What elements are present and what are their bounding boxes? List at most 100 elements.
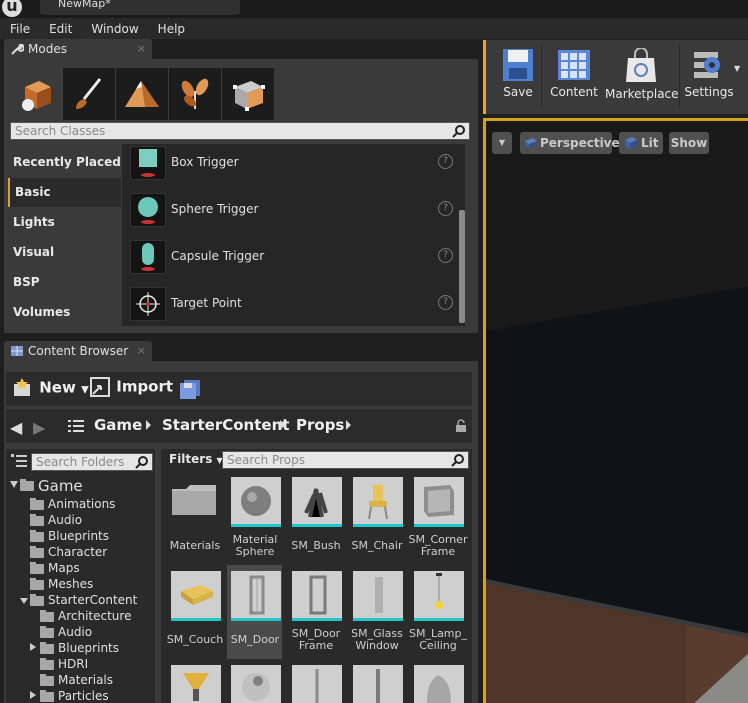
folder-architecture[interactable]: Architecture — [58, 609, 131, 623]
forward-arrow-icon[interactable]: ▶ — [33, 418, 45, 437]
viewport-options-dropdown[interactable]: ▼ — [492, 132, 512, 154]
folder-tree-settings-icon[interactable] — [11, 453, 27, 472]
folder-particles[interactable]: Particles — [58, 689, 109, 703]
folder-audio[interactable]: Audio — [48, 513, 82, 527]
lit-button[interactable]: Lit — [619, 132, 663, 154]
close-icon[interactable]: × — [137, 39, 146, 59]
document-tab[interactable]: NewMap* — [40, 0, 240, 15]
folder-character[interactable]: Character — [48, 545, 107, 559]
menu-help[interactable]: Help — [158, 22, 185, 36]
asset-sm-bush[interactable]: SM_Bush — [288, 477, 343, 557]
new-button[interactable]: New ▼ — [12, 378, 89, 398]
geometry-edit-icon — [233, 81, 265, 111]
folder-meshes[interactable]: Meshes — [48, 577, 93, 591]
list-item-capsule-trigger[interactable]: Capsule Trigger ? — [122, 237, 457, 277]
search-classes-input[interactable]: Search Classes — [10, 122, 470, 140]
folder-materials[interactable]: Materials — [58, 673, 113, 687]
window-title: NewMap* — [58, 0, 111, 10]
folder-starter-blueprints[interactable]: Blueprints — [58, 641, 119, 655]
asset-row3-3[interactable] — [288, 665, 343, 703]
expand-arrow-icon[interactable] — [20, 598, 28, 604]
asset-row3-4[interactable] — [349, 665, 404, 703]
mode-foliage[interactable] — [169, 68, 221, 120]
help-icon[interactable]: ? — [438, 248, 453, 263]
show-button[interactable]: Show — [669, 132, 709, 154]
content-grid-icon — [558, 50, 590, 80]
asset-row3-1[interactable] — [167, 665, 222, 703]
category-visual[interactable]: Visual — [8, 238, 121, 267]
settings-button[interactable]: Settings — [683, 48, 735, 99]
asset-sm-door[interactable]: SM_Door — [227, 565, 282, 659]
folder-starter-audio[interactable]: Audio — [58, 625, 92, 639]
menu-window[interactable]: Window — [91, 22, 138, 36]
chevron-down-icon[interactable]: ▼ — [734, 64, 740, 73]
asset-material-sphere[interactable]: Material Sphere — [227, 477, 282, 558]
save-button[interactable]: Save — [498, 48, 538, 99]
asset-sm-lamp-ceiling[interactable]: SM_Lamp_ Ceiling — [409, 571, 467, 652]
asset-materials-folder[interactable]: Materials — [167, 477, 222, 557]
asset-row3-5[interactable] — [410, 665, 465, 703]
save-all-icon[interactable] — [178, 379, 202, 402]
close-icon[interactable]: × — [137, 341, 146, 361]
mode-place[interactable] — [10, 68, 62, 120]
list-item-box-trigger[interactable]: Box Trigger ? — [122, 144, 457, 183]
category-basic[interactable]: Basic — [8, 178, 121, 207]
tab-modes[interactable]: Modes × — [4, 39, 152, 59]
asset-name: SM_Glass Window — [351, 627, 403, 652]
asset-sm-corner-frame[interactable]: SM_Corner Frame — [409, 477, 467, 558]
unreal-logo-icon[interactable]: u — [2, 0, 22, 17]
mode-landscape[interactable] — [116, 68, 168, 120]
lock-icon[interactable] — [455, 419, 467, 436]
perspective-button[interactable]: Perspective — [520, 132, 620, 154]
asset-sm-door-frame[interactable]: SM_Door Frame — [288, 571, 343, 652]
folder-hdri[interactable]: HDRI — [58, 657, 88, 671]
import-button[interactable]: Import — [89, 376, 173, 398]
list-scrollbar[interactable] — [459, 210, 465, 323]
asset-row3-2[interactable] — [227, 665, 282, 703]
breadcrumb-startercontent[interactable]: StarterContent — [162, 416, 289, 434]
search-props-input[interactable]: Search Props — [222, 451, 469, 469]
category-volumes[interactable]: Volumes — [8, 298, 121, 327]
asset-name: Material Sphere — [232, 533, 278, 558]
marketplace-button[interactable]: Marketplace — [605, 47, 679, 101]
help-icon[interactable]: ? — [438, 154, 453, 169]
folder-icon — [40, 658, 54, 670]
folder-maps[interactable]: Maps — [48, 561, 80, 575]
tab-content-browser[interactable]: Content Browser × — [4, 341, 152, 361]
folder-blueprints[interactable]: Blueprints — [48, 529, 109, 543]
asset-name: SM_Door Frame — [291, 627, 341, 652]
mode-paint[interactable] — [63, 68, 115, 120]
folder-game[interactable]: Game — [38, 477, 83, 495]
asset-sm-couch[interactable]: SM_Couch — [167, 571, 223, 651]
couch-thumbnail — [171, 571, 221, 621]
breadcrumb-arrow-icon[interactable] — [346, 420, 351, 430]
level-viewport[interactable]: ▼ Perspective Lit Show — [483, 118, 748, 703]
category-bsp[interactable]: BSP — [8, 268, 121, 297]
menu-file[interactable]: File — [10, 22, 30, 36]
help-icon[interactable]: ? — [438, 295, 453, 310]
expand-arrow-icon[interactable] — [10, 481, 18, 488]
folder-startercontent[interactable]: StarterContent — [48, 593, 137, 607]
back-arrow-icon[interactable]: ◀ — [10, 418, 22, 437]
asset-sm-chair[interactable]: SM_Chair — [349, 477, 404, 557]
collapse-arrow-icon[interactable] — [30, 643, 36, 651]
search-icon — [452, 125, 465, 138]
asset-sm-glass-window[interactable]: SM_Glass Window — [349, 571, 404, 652]
list-item-target-point[interactable]: Target Point ? — [122, 284, 457, 324]
collapse-arrow-icon[interactable] — [30, 691, 36, 699]
list-item-sphere-trigger[interactable]: Sphere Trigger ? — [122, 190, 457, 230]
category-recently-placed[interactable]: Recently Placed — [8, 148, 121, 177]
content-button[interactable]: Content — [546, 48, 602, 99]
folder-tree-toggle-icon[interactable] — [68, 418, 84, 437]
breadcrumb-game[interactable]: Game — [94, 416, 142, 434]
filters-button[interactable]: Filters ▼ — [169, 452, 223, 466]
menu-edit[interactable]: Edit — [49, 22, 72, 36]
folder-animations[interactable]: Animations — [48, 497, 115, 511]
breadcrumb-props[interactable]: Props — [296, 416, 344, 434]
breadcrumb-arrow-icon[interactable] — [280, 420, 285, 430]
category-lights[interactable]: Lights — [8, 208, 121, 237]
mode-geometry[interactable] — [222, 68, 274, 120]
search-folders-input[interactable]: Search Folders — [31, 453, 153, 471]
help-icon[interactable]: ? — [438, 201, 453, 216]
breadcrumb-arrow-icon[interactable] — [146, 420, 151, 430]
